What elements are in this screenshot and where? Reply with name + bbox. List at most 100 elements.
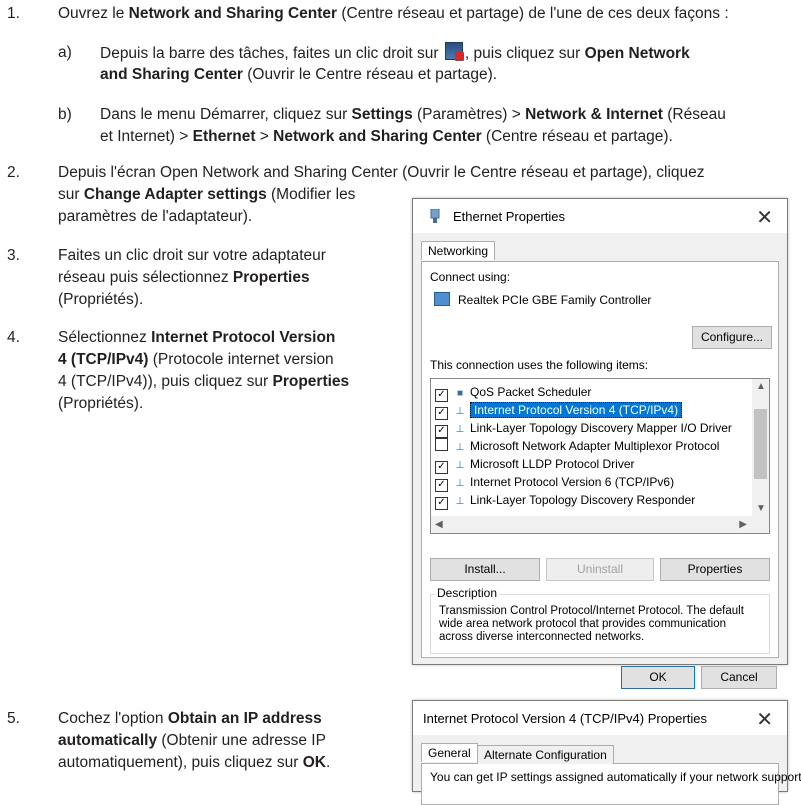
network-adapter-icon [434,292,450,306]
step-5-text-c: automatiquement), puis cliquez sur [58,754,303,771]
step-4-text-b: (Protocole internet version [148,351,334,368]
ipv4-dialog-title: Internet Protocol Version 4 (TCP/IPv4) P… [423,711,707,726]
step-1a-line-2: and Sharing Center (Ouvrir le Centre rés… [100,64,497,86]
scroll-right-icon[interactable]: ▶ [739,519,747,530]
uninstall-button[interactable]: Uninstall [546,558,654,581]
list-item[interactable]: ✓ ⊥ Internet Protocol Version 4 (TCP/IPv4) [435,401,683,420]
step-2-bold: Change Adapter settings [83,186,267,203]
step-1b-text-e: > [255,128,274,145]
step-4-text-c: 4 (TCP/IPv4)), puis cliquez sur [58,373,273,390]
list-item[interactable]: ✓ ⊥ Link-Layer Topology Discovery Responde… [435,491,696,510]
cancel-button[interactable]: Cancel [701,666,777,689]
network-protocol-icon: ⊥ [455,496,465,507]
install-button[interactable]: Install... [430,558,540,581]
step-4-text-a: Sélectionnez [58,329,152,346]
checkbox[interactable]: ✓ [435,497,448,510]
horizontal-scrollbar[interactable]: ◀ ▶ [431,516,769,533]
step-1-text: Ouvrez le Network and Sharing Center (Ce… [58,3,729,25]
step-5-line-3: automatiquement), puis cliquez sur OK. [58,752,330,774]
adapter-row: Realtek PCIe GBE Family Controller [434,292,651,307]
items-label: This connection uses the following items… [430,358,649,372]
step-4-bold-c: Properties [272,373,350,390]
scroll-thumb[interactable] [754,409,767,479]
step-1-bold: Network and Sharing Center [128,5,338,22]
list-item-label: Microsoft LLDP Protocol Driver [470,457,635,471]
step-5-number: 5. [7,710,20,727]
list-item[interactable]: ✓ ⊥ Microsoft LLDP Protocol Driver [435,455,635,474]
step-5-bold-a: Obtain an IP address [167,710,322,727]
ok-button[interactable]: OK [621,666,695,689]
step-1a-bold-b: and Sharing Center [100,66,243,83]
step-1b-bold-d: Network and Sharing Center [273,128,482,145]
step-1-text-b: (Centre réseau et partage) de l'une de c… [337,5,729,22]
list-item[interactable]: ✓ ⊥ Internet Protocol Version 6 (TCP/IPv6) [435,473,675,492]
step-5-text-b: (Obtenir une adresse IP [157,732,326,749]
step-3-line-2: réseau puis sélectionnez Properties [58,267,310,289]
step-5-line-2: automatically (Obtenir une adresse IP [58,730,326,752]
list-item-label: Link-Layer Topology Discovery Responder [470,493,696,507]
scroll-left-icon[interactable]: ◀ [435,519,443,530]
close-icon[interactable]: ✕ [756,205,773,230]
list-item-label: QoS Packet Scheduler [470,385,592,399]
step-1b-bold-b: Network & Internet [525,106,663,123]
configure-button[interactable]: Configure... [692,326,772,349]
ipv4-properties-dialog: Internet Protocol Version 4 (TCP/IPv4) P… [412,700,801,805]
step-1a-bold-a: Open Network [584,45,690,62]
step-4-number: 4. [7,329,20,346]
list-item[interactable]: ✓ ■ QoS Packet Scheduler [435,383,592,402]
step-3-number: 3. [7,247,20,264]
step-3-text-a: réseau puis sélectionnez [58,269,233,286]
step-4-line-4: (Propriétés). [58,395,144,412]
scroll-down-icon[interactable]: ▼ [756,503,766,514]
list-item-label: Internet Protocol Version 4 (TCP/IPv4) [470,402,683,418]
ipv4-dialog-body: General Alternate Configuration You can … [413,735,801,805]
list-item-label: Link-Layer Topology Discovery Mapper I/O… [470,421,732,435]
ethernet-icon [429,208,441,223]
step-1b-bold-c: Ethernet [192,128,256,145]
dialog-body: Networking Connect using: Realtek PCIe G… [413,233,787,689]
ipv4-titlebar[interactable]: Internet Protocol Version 4 (TCP/IPv4) P… [413,701,787,735]
list-item[interactable]: ⊥ Microsoft Network Adapter Multiplexor P… [435,437,719,455]
connect-using-label: Connect using: [430,270,511,284]
step-5-line-1: Cochez l'option Obtain an IP address [58,708,322,730]
step-1-number: 1. [7,5,20,22]
description-text: Transmission Control Protocol/Internet P… [439,605,744,644]
step-1b-text-a: Dans le menu Démarrer, cliquez sur [100,106,352,123]
tab-networking[interactable]: Networking [421,241,496,260]
step-1-text-a: Ouvrez le [58,5,129,22]
step-2-line-1: Depuis l'écran Open Network and Sharing … [58,164,705,181]
dialog-title: Ethernet Properties [453,209,566,224]
ipv4-close-icon[interactable]: ✕ [756,707,773,732]
list-item[interactable]: ✓ ⊥ Link-Layer Topology Discovery Mapper I… [435,419,732,438]
tab-alternate-configuration[interactable]: Alternate Configuration [477,745,614,764]
properties-button[interactable]: Properties [660,558,770,581]
description-line-2: wide area network protocol that provides… [439,618,727,630]
components-list[interactable]: ✓ ■ QoS Packet Scheduler ✓ ⊥ Internet Protoco… [430,378,770,534]
description-line-1: Transmission Control Protocol/Internet P… [439,605,744,617]
description-label: Description [435,586,500,600]
step-1b-line-1: Dans le menu Démarrer, cliquez sur Setti… [100,104,726,126]
step-5-text-d: . [325,754,331,771]
step-1b-text-c: (Réseau [662,106,726,123]
step-2-text-b: (Modifier les [266,186,356,203]
step-1a-label: a) [58,44,72,61]
dialog-titlebar[interactable]: Ethernet Properties ✕ [413,199,787,233]
vertical-scrollbar[interactable]: ▲ ▼ [752,379,769,516]
list-item-label: Internet Protocol Version 6 (TCP/IPv6) [470,475,675,489]
step-1b-text-b: (Paramètres) > [412,106,526,123]
step-1b-label: b) [58,106,72,123]
step-5-bold-b: automatically [58,732,158,749]
description-group: Description Transmission Control Protoco… [430,586,770,654]
step-4-bold-a: Internet Protocol Version [151,329,336,346]
step-1a-text-a: Depuis la barre des tâches, faites un cl… [100,45,443,62]
step-5-bold-c: OK [302,754,326,771]
description-line-3: across diverse interconnected networks. [439,631,645,643]
step-5-text-a: Cochez l'option [58,710,168,727]
scroll-up-icon[interactable]: ▲ [756,381,766,392]
tab-general[interactable]: General [421,743,478,762]
step-3-bold: Properties [232,269,310,286]
step-1a-text-c: (Ouvrir le Centre réseau et partage). [242,66,498,83]
step-3-line-1: Faites un clic droit sur votre adaptateu… [58,247,326,264]
step-2-line-3: paramètres de l'adaptateur). [58,208,253,225]
checkbox[interactable] [435,438,448,451]
